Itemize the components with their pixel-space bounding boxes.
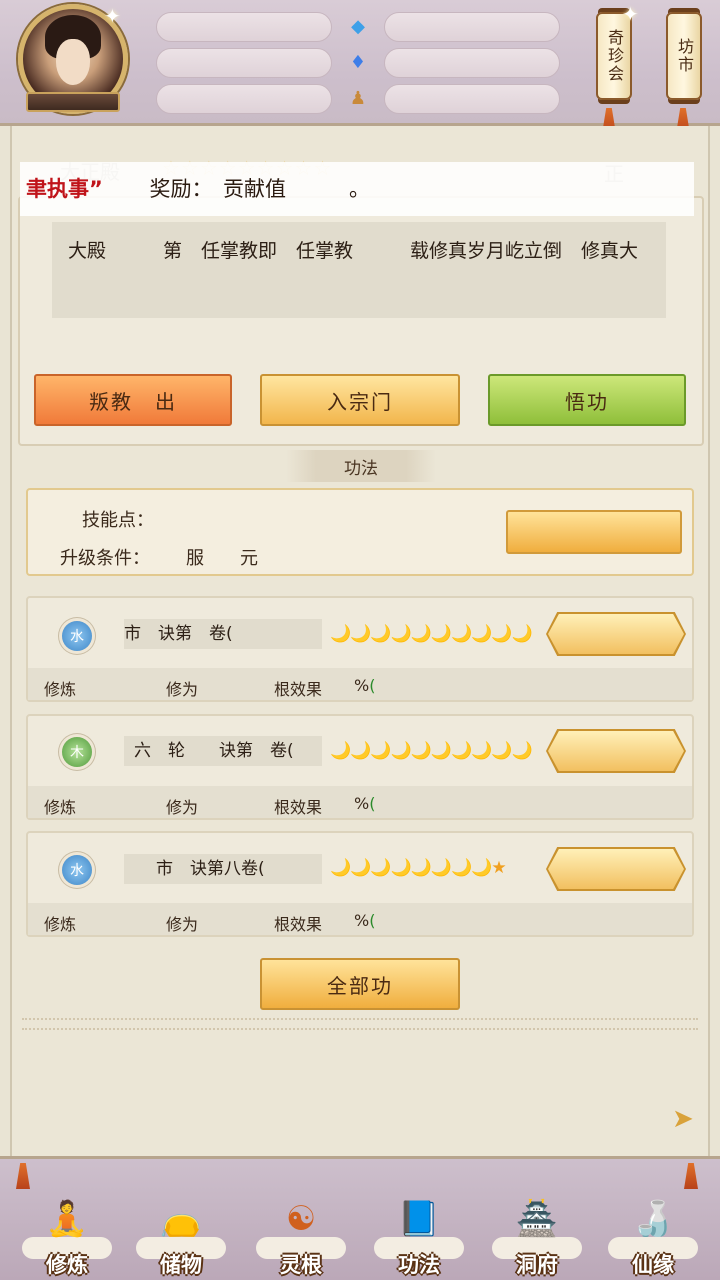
spirit-crystal-icon: ◆ — [351, 15, 365, 37]
technique-name: 市 诀第八卷( — [124, 854, 322, 884]
sect-notice-banner: 聿执事” 奖励： 贡献值 。 — [20, 162, 694, 216]
technique-name: 六 轮 诀第 卷( — [124, 736, 322, 766]
use-skill-point-button[interactable] — [506, 510, 682, 554]
water-element-icon: 水 — [62, 621, 92, 651]
banner-highlight: 聿执事” — [26, 177, 103, 201]
moon-icons: 🌙🌙🌙🌙🌙🌙🌙🌙 — [330, 858, 492, 878]
butterfly-icon: ✦ — [622, 2, 639, 26]
stat-percent-green: ( — [369, 911, 376, 930]
technique-level-moons: 🌙🌙🌙🌙🌙🌙🌙🌙★ — [330, 858, 507, 878]
skill-points-label: 技能点： — [82, 510, 154, 531]
avatar-face — [56, 39, 90, 85]
star-icon: ★ — [491, 858, 506, 878]
moon-last-icon: 🌙 — [511, 624, 533, 644]
butterfly-icon: ✦ — [104, 4, 121, 28]
upgrade-technique-button[interactable] — [548, 614, 684, 654]
stat-percent-text: % — [354, 911, 370, 930]
market-button[interactable]: 坊市 — [666, 12, 702, 100]
nav-label: 洞府 — [516, 1253, 558, 1277]
cave-residence-icon: 🏯 — [515, 1199, 559, 1239]
stat-percent-green: ( — [369, 794, 376, 813]
nav-item-cave[interactable]: 🏯 洞府 — [482, 1159, 592, 1280]
stat-cultivate: 修炼 — [44, 915, 77, 934]
stat-root-effect: 根效果 — [274, 798, 323, 817]
immortal-fate-icon: 🍶 — [631, 1199, 675, 1239]
stat-percent: %( — [354, 676, 375, 695]
moon-icons: 🌙🌙🌙🌙🌙🌙🌙🌙🌙 — [330, 741, 513, 761]
resource-field-3 — [156, 84, 332, 114]
element-badge: 木 — [42, 732, 112, 772]
technique-level-moons: 🌙🌙🌙🌙🌙🌙🌙🌙🌙🌙 — [330, 624, 533, 644]
resource-field-6 — [384, 84, 560, 114]
blue-gem-icon: ♦ — [349, 51, 367, 73]
resource-field-4 — [384, 12, 560, 42]
cultivate-icon: 🧘 — [45, 1199, 89, 1239]
resource-field-5 — [384, 48, 560, 78]
spirit-root-icon: ☯ — [285, 1199, 317, 1239]
nav-label: 功法 — [398, 1253, 440, 1277]
upgrade-technique-button[interactable] — [548, 731, 684, 771]
ornamental-divider — [22, 1018, 698, 1030]
nav-item-storage[interactable]: 👝 储物 — [126, 1159, 236, 1280]
wood-element-icon: 木 — [62, 737, 92, 767]
upgrade-technique-button[interactable] — [548, 849, 684, 889]
nav-item-cultivate[interactable]: 🧘 修炼 — [12, 1159, 122, 1280]
stat-percent-green: ( — [369, 676, 376, 695]
section-title-gongfa: 功法 — [286, 450, 436, 482]
resource-field-1 — [156, 12, 332, 42]
nav-item-spirit-root[interactable]: ☯ 灵根 — [246, 1159, 356, 1280]
nav-label: 储物 — [160, 1253, 202, 1277]
bottom-nav: 🧘 修炼 👝 储物 ☯ 灵根 📘 功法 🏯 洞府 🍶 仙缘 — [0, 1156, 720, 1280]
nav-label: 仙缘 — [632, 1253, 674, 1277]
stat-percent: %( — [354, 794, 375, 813]
all-techniques-button[interactable]: 全部功 — [260, 958, 460, 1010]
join-sect-button[interactable]: 入宗门 — [260, 374, 460, 426]
element-badge: 水 — [42, 850, 112, 890]
top-bar: ✦ ◆ ♦ ♟ 奇珍会 ✦ 坊市 — [0, 0, 720, 134]
stat-percent-text: % — [354, 676, 370, 695]
technique-name: 市 诀第 卷( — [124, 619, 322, 649]
stat-root-effect: 根效果 — [274, 680, 323, 699]
stat-cultivate: 修炼 — [44, 798, 77, 817]
stat-cultivation-base: 修为 — [166, 798, 199, 817]
technique-book-icon: 📘 — [397, 1199, 441, 1239]
leave-sect-button[interactable]: 叛教 出 — [34, 374, 232, 426]
next-arrow-icon[interactable]: ➤ — [672, 1104, 694, 1134]
technique-level-moons: 🌙🌙🌙🌙🌙🌙🌙🌙🌙🌙 — [330, 741, 533, 761]
storage-bag-icon: 👝 — [159, 1199, 203, 1239]
stat-percent: %( — [354, 911, 375, 930]
moon-last-icon: 🌙 — [511, 741, 533, 761]
stat-percent-text: % — [354, 794, 370, 813]
nav-item-immortal-fate[interactable]: 🍶 仙缘 — [598, 1159, 708, 1280]
meditation-icon: ♟ — [349, 87, 367, 109]
stat-cultivation-base: 修为 — [166, 680, 199, 699]
element-badge: 水 — [42, 616, 112, 656]
comprehend-button[interactable]: 悟功 — [488, 374, 686, 426]
upgrade-condition-label: 升级条件： — [60, 548, 150, 569]
stat-cultivate: 修炼 — [44, 680, 77, 699]
nav-item-technique[interactable]: 📘 功法 — [364, 1159, 474, 1280]
resource-field-2 — [156, 48, 332, 78]
sect-description: 大殿 第 任掌教即 任掌教 载修真岁月屹立倒 修真大 — [52, 222, 666, 318]
banner-text: 奖励： 贡献值 。 — [149, 177, 371, 201]
player-name-plate — [26, 92, 120, 112]
stat-cultivation-base: 修为 — [166, 915, 199, 934]
nav-label: 灵根 — [280, 1253, 322, 1277]
stat-root-effect: 根效果 — [274, 915, 323, 934]
water-element-icon: 水 — [62, 855, 92, 885]
upgrade-condition-value: 服 元 — [186, 548, 258, 569]
moon-icons: 🌙🌙🌙🌙🌙🌙🌙🌙🌙 — [330, 624, 513, 644]
nav-label: 修炼 — [46, 1253, 88, 1277]
